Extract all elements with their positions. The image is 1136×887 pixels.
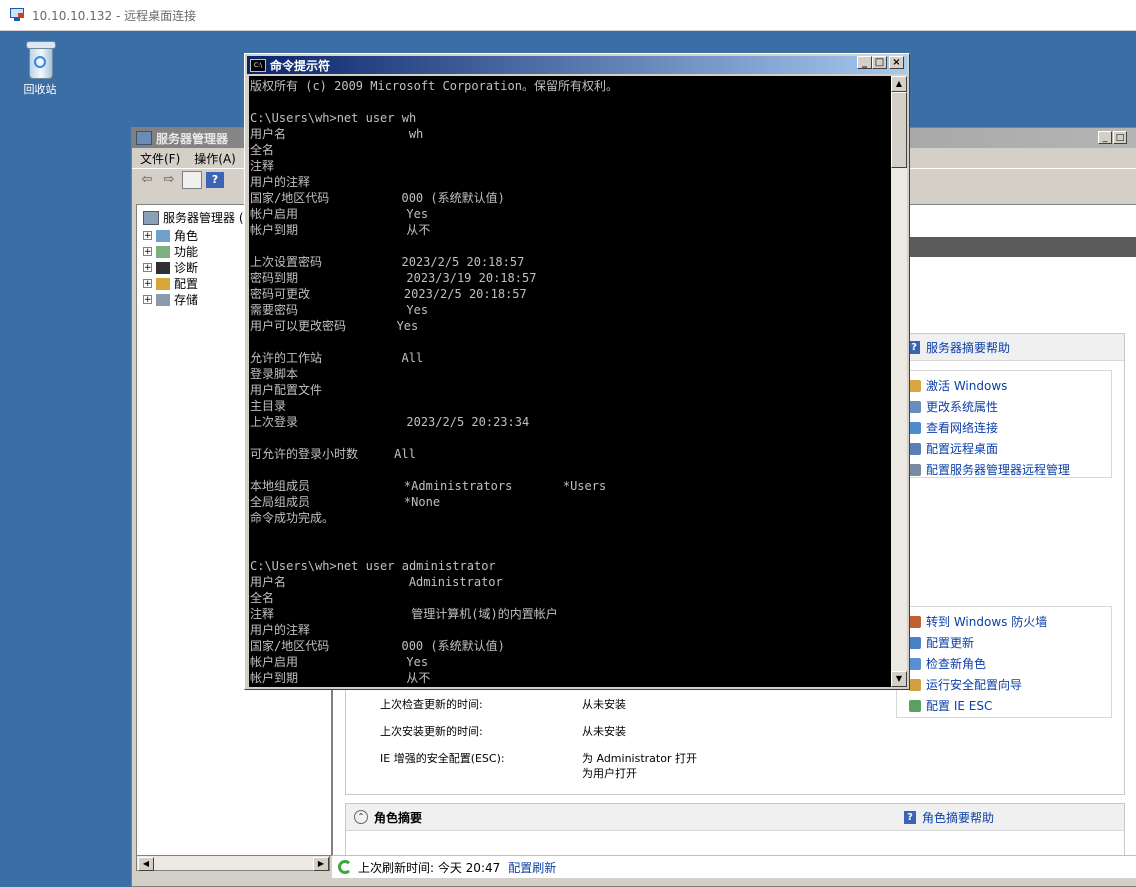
- security-info-tasks: 转到 Windows 防火墙 配置更新 检查新角色 运行安全配置向导 配置 IE…: [896, 606, 1112, 718]
- ie-esc-label: IE 增强的安全配置(ESC):: [380, 752, 505, 765]
- change-system-properties-link[interactable]: 更改系统属性: [909, 398, 998, 415]
- cmd-minimize-button[interactable]: _: [857, 56, 872, 69]
- scroll-down-icon[interactable]: ▼: [891, 671, 907, 687]
- forward-arrow-icon[interactable]: ⇨: [160, 172, 178, 188]
- tree-horizontal-scrollbar[interactable]: ◀ ▶: [136, 855, 330, 871]
- scroll-right-icon[interactable]: ▶: [313, 857, 329, 871]
- cmd-icon: C:\: [250, 58, 266, 72]
- tree-item-label: 角色: [174, 229, 199, 243]
- expand-icon[interactable]: +: [143, 263, 152, 273]
- ie-esc-icon: [909, 699, 921, 712]
- console-text: 版权所有 (c) 2009 Microsoft Corporation。保留所有…: [250, 79, 618, 685]
- cmd-close-button[interactable]: ×: [889, 56, 904, 69]
- help-icon: ?: [904, 810, 916, 824]
- last-check-label: 上次检查更新的时间:: [380, 698, 483, 711]
- menu-action[interactable]: 操作(A): [194, 150, 236, 167]
- configure-remote-desktop-link[interactable]: 配置远程桌面: [909, 440, 998, 457]
- configuration-icon: [156, 277, 170, 290]
- expand-icon[interactable]: +: [143, 231, 152, 241]
- configure-refresh-link[interactable]: 配置刷新: [508, 859, 556, 876]
- firewall-icon: [909, 615, 921, 628]
- ie-esc-value-users: 为用户打开: [582, 767, 637, 780]
- server-icon: [143, 210, 159, 225]
- cmd-titlebar[interactable]: C:\ 命令提示符: [247, 56, 907, 74]
- roles-summary-header: ⌃ 角色摘要 ? 角色摘要帮助: [346, 804, 1124, 831]
- tree-root[interactable]: 服务器管理器 (: [143, 209, 244, 226]
- help-icon[interactable]: ?: [206, 172, 224, 188]
- tree-root-label: 服务器管理器 (: [163, 211, 244, 225]
- expand-icon[interactable]: +: [143, 279, 152, 289]
- key-icon: [909, 379, 921, 392]
- cmd-maximize-button[interactable]: □: [872, 56, 887, 69]
- scroll-left-icon[interactable]: ◀: [138, 857, 154, 871]
- go-to-firewall-link[interactable]: 转到 Windows 防火墙: [909, 613, 1047, 630]
- back-arrow-icon[interactable]: ⇦: [138, 172, 156, 188]
- computer-icon: [909, 400, 921, 413]
- server-manager-title: 服务器管理器: [156, 131, 229, 146]
- command-prompt-window: C:\ 命令提示符 _ □ × 版权所有 (c) 2009 Microsoft …: [244, 53, 910, 690]
- tree-item-storage[interactable]: + 存储: [143, 291, 198, 308]
- features-icon: [156, 245, 170, 258]
- network-icon: [909, 421, 921, 434]
- maximize-button[interactable]: □: [1113, 131, 1127, 144]
- tree-item-label: 功能: [174, 245, 199, 259]
- status-bar: 上次刷新时间: 今天 20:47 配置刷新: [332, 855, 1136, 878]
- check-new-roles-link[interactable]: 检查新角色: [909, 655, 986, 672]
- tree-item-configuration[interactable]: + 配置: [143, 275, 198, 292]
- rdp-title-bar: 10.10.10.132 - 远程桌面连接: [0, 0, 1136, 31]
- cmd-title: 命令提示符: [270, 58, 331, 73]
- server-summary-help-label: 服务器摘要帮助: [926, 340, 1011, 355]
- last-install-label: 上次安装更新的时间:: [380, 725, 483, 738]
- configure-remote-management-link[interactable]: 配置服务器管理器远程管理: [909, 461, 1070, 478]
- activate-windows-link[interactable]: 激活 Windows: [909, 377, 1007, 394]
- scroll-thumb[interactable]: [891, 92, 907, 168]
- roles-icon: [909, 657, 921, 670]
- remote-desktop-icon: [10, 8, 26, 22]
- update-icon: [909, 636, 921, 649]
- last-check-value: 从未安装: [582, 698, 626, 711]
- computer-info-tasks: 激活 Windows 更改系统属性 查看网络连接 配置远程桌面 配置服务器管理器…: [896, 370, 1112, 478]
- recycle-bin-label: 回收站: [23, 83, 57, 96]
- configure-ie-esc-link[interactable]: 配置 IE ESC: [909, 697, 992, 714]
- roles-summary-help-link[interactable]: ? 角色摘要帮助: [904, 809, 994, 826]
- security-config-wizard-link[interactable]: 运行安全配置向导: [909, 676, 1022, 693]
- server-manager-icon: [136, 131, 152, 145]
- roles-summary-title: 角色摘要: [374, 810, 423, 825]
- storage-icon: [156, 293, 170, 306]
- lock-icon: [909, 678, 921, 691]
- refresh-icon: [338, 860, 352, 874]
- tree-item-label: 存储: [174, 293, 199, 307]
- server-summary-help-link[interactable]: ? 服务器摘要帮助: [908, 339, 1010, 356]
- expand-icon[interactable]: +: [143, 247, 152, 257]
- expand-icon[interactable]: +: [143, 295, 152, 305]
- ie-esc-value: 为 Administrator 打开: [582, 752, 697, 765]
- show-hide-tree-icon[interactable]: [182, 171, 202, 189]
- remote-desktop-icon: [909, 442, 921, 455]
- tree-item-diagnostics[interactable]: + 诊断: [143, 259, 198, 276]
- scroll-up-icon[interactable]: ▲: [891, 76, 907, 92]
- tree-item-features[interactable]: + 功能: [143, 243, 198, 260]
- roles-icon: [156, 229, 170, 242]
- diagnostics-icon: [156, 261, 170, 274]
- recycle-bin[interactable]: 回收站: [18, 39, 62, 97]
- tree-item-roles[interactable]: + 角色: [143, 227, 198, 244]
- view-network-connections-link[interactable]: 查看网络连接: [909, 419, 998, 436]
- menu-file[interactable]: 文件(F): [140, 150, 180, 167]
- last-install-value: 从未安装: [582, 725, 626, 738]
- collapse-icon[interactable]: ⌃: [354, 810, 368, 824]
- server-icon: [909, 463, 921, 476]
- rdp-title: 10.10.10.132 - 远程桌面连接: [32, 8, 197, 23]
- configure-updates-link[interactable]: 配置更新: [909, 634, 974, 651]
- minimize-button[interactable]: _: [1098, 131, 1112, 144]
- last-refresh-text: 上次刷新时间: 今天 20:47: [358, 860, 501, 875]
- cmd-vertical-scrollbar[interactable]: ▲ ▼: [891, 76, 907, 687]
- recycle-bin-icon: [25, 39, 56, 79]
- console-output[interactable]: 版权所有 (c) 2009 Microsoft Corporation。保留所有…: [249, 76, 891, 687]
- tree-item-label: 配置: [174, 277, 199, 291]
- tree-item-label: 诊断: [174, 261, 199, 275]
